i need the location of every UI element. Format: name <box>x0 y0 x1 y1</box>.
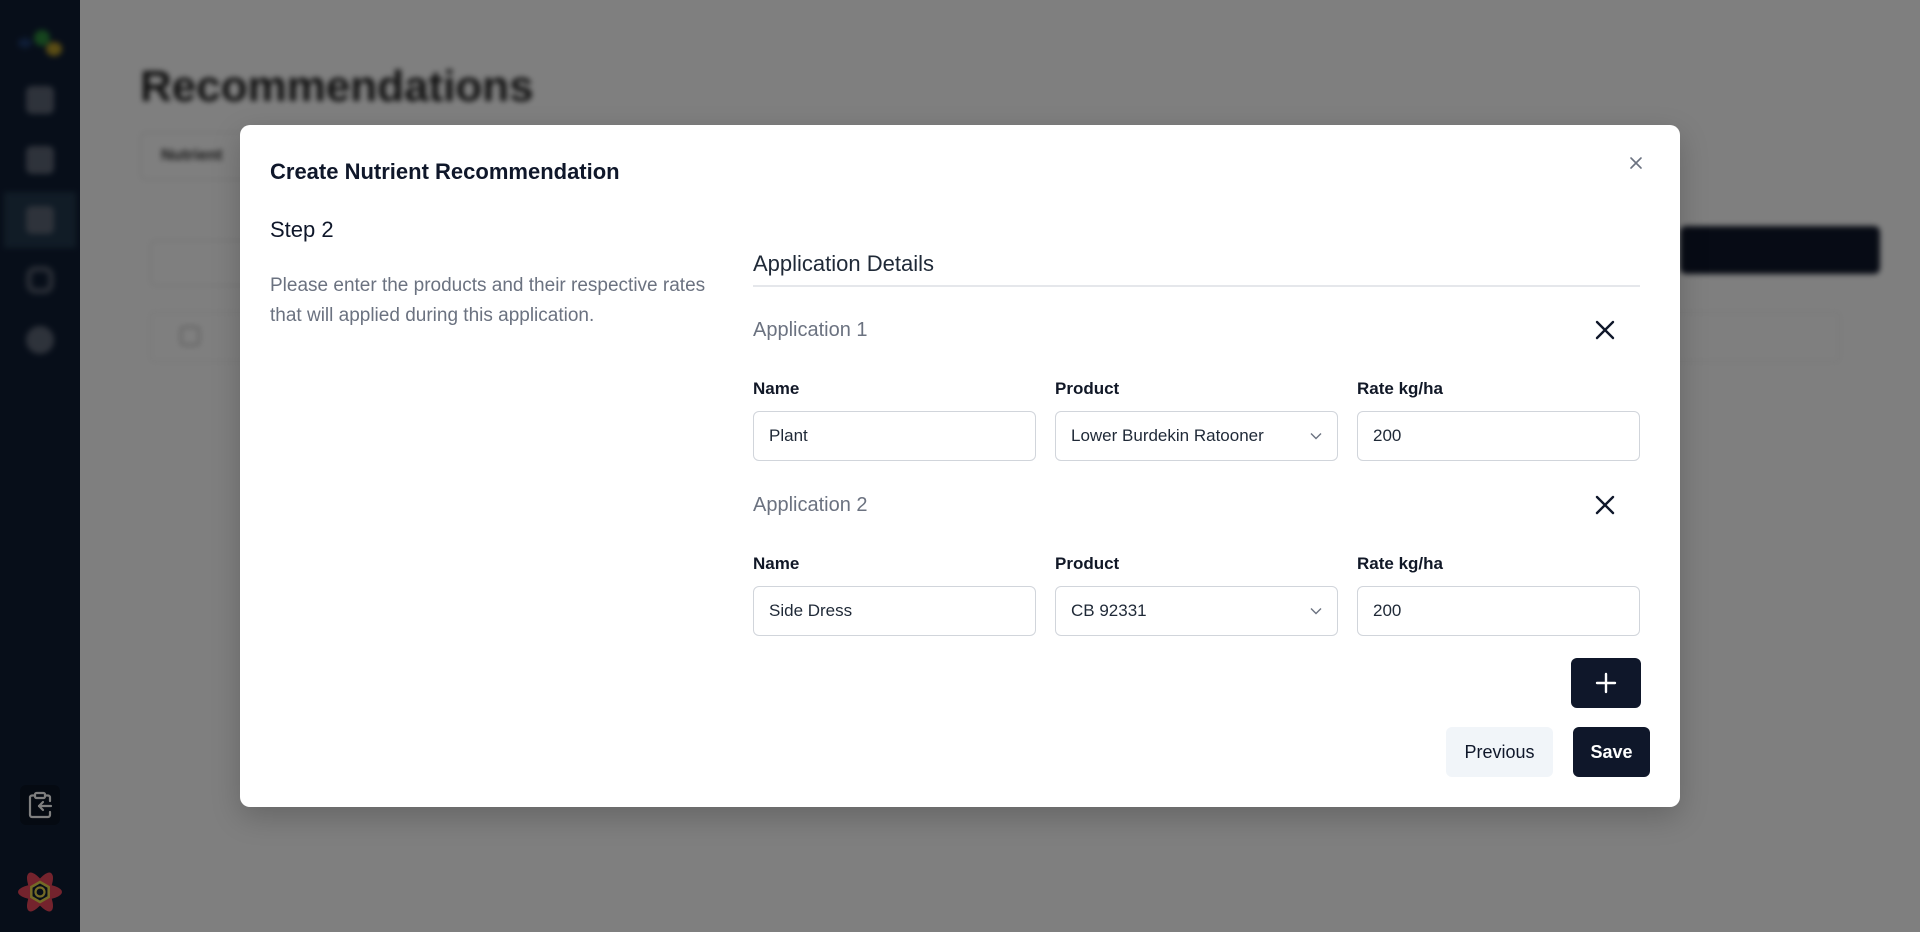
chevron-down-icon <box>1310 433 1322 440</box>
name-label: Name <box>753 379 800 398</box>
save-button[interactable]: Save <box>1573 727 1650 777</box>
name-input[interactable]: Side Dress <box>753 586 1036 636</box>
application-details: Application Details Application 1 Name P… <box>753 251 1640 637</box>
section-title: Application Details <box>753 251 1640 287</box>
modal-title: Create Nutrient Recommendation <box>270 159 620 184</box>
application-title: Application 2 <box>753 494 868 516</box>
add-application-button[interactable] <box>1571 658 1641 708</box>
name-label: Name <box>753 554 800 573</box>
rate-value: 200 <box>1373 601 1402 620</box>
rate-input[interactable]: 200 <box>1357 586 1640 636</box>
name-value: Side Dress <box>769 601 853 620</box>
remove-application-button[interactable] <box>1590 315 1620 345</box>
modal-close-button[interactable] <box>1624 151 1648 175</box>
product-value: CB 92331 <box>1071 601 1147 620</box>
chevron-down-icon <box>1310 608 1322 615</box>
close-icon <box>1595 495 1615 515</box>
product-select[interactable]: Lower Burdekin Ratooner <box>1055 411 1338 461</box>
rate-value: 200 <box>1373 426 1402 445</box>
rate-label: Rate kg/ha <box>1357 554 1443 573</box>
name-input[interactable]: Plant <box>753 411 1036 461</box>
close-icon <box>1630 157 1642 169</box>
product-value: Lower Burdekin Ratooner <box>1071 426 1264 445</box>
close-icon <box>1595 320 1615 340</box>
application-title: Application 1 <box>753 319 868 341</box>
rate-label: Rate kg/ha <box>1357 379 1443 398</box>
product-label: Product <box>1055 379 1120 398</box>
create-recommendation-modal: Create Nutrient Recommendation Step 2 Pl… <box>240 125 1680 807</box>
step-title: Step 2 <box>270 217 334 242</box>
remove-application-button[interactable] <box>1590 490 1620 520</box>
step-description: Please enter the products and their resp… <box>270 275 706 326</box>
application-block: Application 1 Name Plant Product Lower B… <box>753 287 1640 462</box>
product-select[interactable]: CB 92331 <box>1055 586 1338 636</box>
rate-input[interactable]: 200 <box>1357 411 1640 461</box>
product-label: Product <box>1055 554 1120 573</box>
previous-button[interactable]: Previous <box>1446 727 1553 777</box>
name-value: Plant <box>769 426 808 445</box>
application-block: Application 2 Name Side Dress Product CB… <box>753 462 1640 637</box>
plus-icon <box>1595 672 1617 694</box>
